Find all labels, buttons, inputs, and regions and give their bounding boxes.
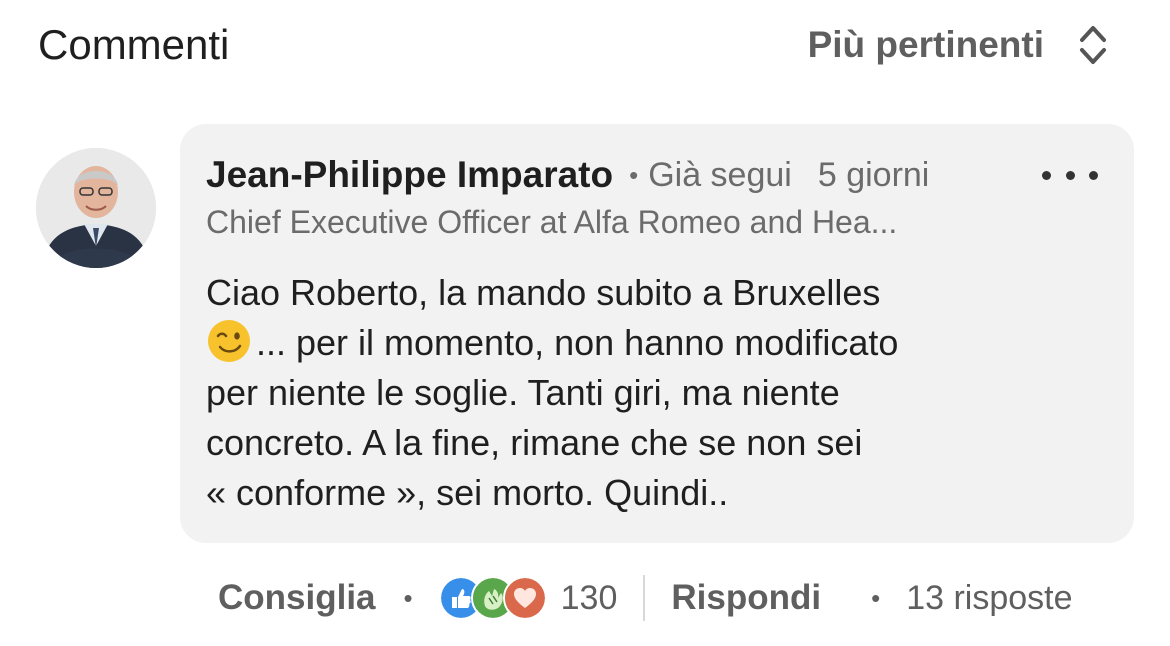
follow-status: Già segui [648, 156, 792, 194]
profile-photo [36, 148, 156, 268]
action-divider [643, 575, 646, 621]
comment-text: Ciao Roberto, la mando subito a Bruxelle… [206, 268, 1106, 518]
comment-text-line: concreto. A la fine, rimane che se non s… [206, 422, 863, 463]
reactions-summary[interactable] [438, 576, 547, 620]
comment-text-fragment: ... per il momento, non hanno modificato [256, 322, 899, 363]
like-button[interactable]: Consiglia [218, 572, 376, 624]
love-reaction-icon [502, 576, 547, 620]
comment-bubble: Jean-Philippe Imparato • Già segui 5 gio… [180, 124, 1134, 543]
comments-title: Commenti [38, 21, 230, 68]
sort-updown-icon [1080, 26, 1106, 64]
separator-dot: • [871, 582, 881, 613]
replies-count-link[interactable]: 13 risposte [906, 572, 1072, 624]
comment-header: Jean-Philippe Imparato • Già segui 5 gio… [206, 152, 1108, 198]
separator-dot: • [403, 582, 413, 613]
comment-text-line: Ciao Roberto, la mando subito a Bruxelle… [206, 272, 881, 313]
avatar[interactable] [36, 148, 156, 268]
sort-label: Più pertinenti [807, 24, 1044, 65]
comment-time: 5 giorni [817, 156, 930, 194]
comment-actions: Consiglia • 130 Rispondi • 13 risposte [218, 572, 1073, 624]
comment-text-line: per niente le soglie. Tanti giri, ma nie… [206, 372, 840, 413]
sort-dropdown[interactable]: Più pertinenti [808, 20, 1108, 70]
reaction-count[interactable]: 130 [561, 572, 618, 624]
author-headline: Chief Executive Officer at Alfa Romeo an… [206, 204, 898, 240]
comment-text-line: ... per il momento, non hanno modificato [206, 318, 1106, 368]
reply-button[interactable]: Rispondi [671, 572, 821, 624]
more-options-icon[interactable] [1042, 152, 1098, 198]
separator-dot: • [629, 159, 639, 190]
comment-text-line: « conforme », sei morto. Quindi.. [206, 472, 729, 513]
winking-face-emoji [208, 320, 250, 362]
author-name[interactable]: Jean-Philippe Imparato [206, 152, 613, 198]
